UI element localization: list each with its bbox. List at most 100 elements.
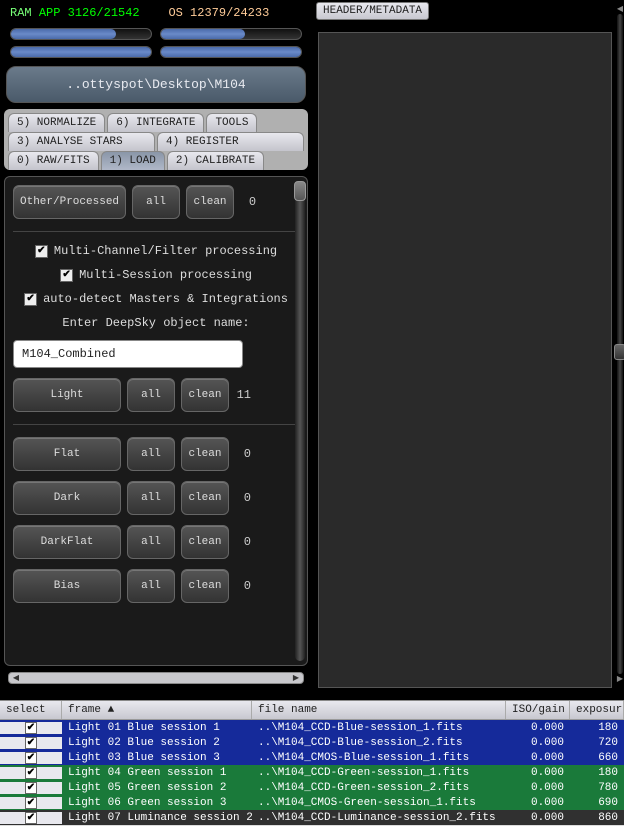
multi-channel-label: Multi-Channel/Filter processing [54,244,277,258]
th-exposure[interactable]: exposur [570,701,624,719]
tab-calibrate[interactable]: 2) CALIBRATE [167,151,264,170]
bias-clean-button[interactable]: clean [181,569,229,603]
auto-detect-checkbox[interactable]: ✔ [24,293,37,306]
tab-register[interactable]: 4) REGISTER [157,132,304,151]
other-clean-button[interactable]: clean [186,185,234,219]
row-checkbox[interactable]: ✔ [25,767,37,779]
flat-clean-button[interactable]: clean [181,437,229,471]
separator [13,231,299,232]
os-mem: OS 12379/24233 [168,6,269,20]
th-select[interactable]: select [0,701,62,719]
table-row[interactable]: ✔Light 07 Luminance session 2..\M104_CCD… [0,810,624,825]
tab-raw-fits[interactable]: 0) RAW/FITS [8,151,99,170]
os-mem-slider[interactable] [160,28,302,40]
multi-channel-checkbox[interactable]: ✔ [35,245,48,258]
row-checkbox[interactable]: ✔ [25,797,37,809]
other-count: 0 [240,195,256,209]
preview-area [318,32,612,688]
row-select[interactable]: ✔ [0,752,62,764]
tab-integrate[interactable]: 6) INTEGRATE [107,113,204,132]
flat-count: 0 [235,447,251,461]
light-clean-button[interactable]: clean [181,378,229,412]
tab-normalize[interactable]: 5) NORMALIZE [8,113,105,132]
hscroll-left[interactable]: ◀ [9,673,23,683]
darkflat-clean-button[interactable]: clean [181,525,229,559]
header-metadata-button[interactable]: HEADER/METADATA [316,2,429,20]
th-file[interactable]: file name [252,701,506,719]
row-checkbox[interactable]: ✔ [25,722,37,734]
chevron-left-icon: ◀ [617,4,623,14]
app-mem-slider[interactable] [10,28,152,40]
zoom-slider-thumb[interactable] [614,344,624,360]
zoom-slider[interactable]: ◀ ▶ [613,4,624,684]
row-select[interactable]: ✔ [0,722,62,734]
tab-analyse-stars[interactable]: 3) ANALYSE STARS [8,132,155,151]
right-panel: HEADER/METADATA ◀ ▶ [312,0,624,692]
row-iso: 0.000 [506,767,570,779]
tabs: 5) NORMALIZE 6) INTEGRATE TOOLS 3) ANALY… [4,109,308,170]
mem-sliders [4,28,308,40]
row-file: ..\M104_CCD-Luminance-session_2.fits [252,812,506,824]
ram-status: RAM APP 3126/21542 OS 12379/24233 [4,4,308,22]
deepsky-input[interactable] [13,340,243,368]
working-path[interactable]: ..ottyspot\Desktop\M104 [6,66,306,103]
hscroll[interactable]: ◀ ▶ [8,672,304,684]
table-row[interactable]: ✔Light 05 Green session 2..\M104_CCD-Gre… [0,780,624,795]
app-mem-slider-2[interactable] [10,46,152,58]
dark-all-button[interactable]: all [127,481,175,515]
table-row[interactable]: ✔Light 02 Blue session 2..\M104_CCD-Blue… [0,735,624,750]
flat-button[interactable]: Flat [13,437,121,471]
darkflat-button[interactable]: DarkFlat [13,525,121,559]
row-exposure: 690 [570,797,624,809]
multi-channel-row[interactable]: ✔ Multi-Channel/Filter processing [13,244,299,258]
row-iso: 0.000 [506,782,570,794]
separator [13,424,299,425]
panel-scrollbar-thumb[interactable] [294,181,306,201]
row-select[interactable]: ✔ [0,782,62,794]
load-panel: Other/Processed all clean 0 ✔ Multi-Chan… [4,176,308,666]
table-row[interactable]: ✔Light 03 Blue session 3..\M104_CMOS-Blu… [0,750,624,765]
bias-button[interactable]: Bias [13,569,121,603]
light-button[interactable]: Light [13,378,121,412]
row-file: ..\M104_CCD-Blue-session_1.fits [252,722,506,734]
th-frame[interactable]: frame ▲ [62,701,252,719]
multi-session-row[interactable]: ✔ Multi-Session processing [13,268,299,282]
row-checkbox[interactable]: ✔ [25,752,37,764]
auto-detect-row[interactable]: ✔ auto-detect Masters & Integrations [13,292,299,306]
light-all-button[interactable]: all [127,378,175,412]
ram-label: RAM [10,6,32,20]
bias-all-button[interactable]: all [127,569,175,603]
multi-session-checkbox[interactable]: ✔ [60,269,73,282]
os-mem-slider-2[interactable] [160,46,302,58]
left-panel: RAM APP 3126/21542 OS 12379/24233 ..otty… [0,0,312,692]
row-frame: Light 02 Blue session 2 [62,737,252,749]
row-select[interactable]: ✔ [0,737,62,749]
tab-load[interactable]: 1) LOAD [101,151,165,170]
panel-scrollbar[interactable] [295,181,305,661]
row-checkbox[interactable]: ✔ [25,812,37,824]
tab-tools[interactable]: TOOLS [206,113,257,132]
hscroll-right[interactable]: ▶ [289,673,303,683]
row-frame: Light 01 Blue session 1 [62,722,252,734]
chevron-right-icon: ▶ [617,674,623,684]
row-checkbox[interactable]: ✔ [25,737,37,749]
table-row[interactable]: ✔Light 04 Green session 1..\M104_CCD-Gre… [0,765,624,780]
bias-count: 0 [235,579,251,593]
row-exposure: 720 [570,737,624,749]
row-select[interactable]: ✔ [0,767,62,779]
row-exposure: 660 [570,752,624,764]
darkflat-all-button[interactable]: all [127,525,175,559]
table-row[interactable]: ✔Light 06 Green session 3..\M104_CMOS-Gr… [0,795,624,810]
dark-clean-button[interactable]: clean [181,481,229,515]
th-iso[interactable]: ISO/gain [506,701,570,719]
other-processed-button[interactable]: Other/Processed [13,185,126,219]
dark-button[interactable]: Dark [13,481,121,515]
deepsky-label: Enter DeepSky object name: [13,316,299,330]
row-select[interactable]: ✔ [0,797,62,809]
row-select[interactable]: ✔ [0,812,62,824]
row-checkbox[interactable]: ✔ [25,782,37,794]
table-row[interactable]: ✔ Light 01 Blue session 1..\M104_CCD-Blue… [0,720,624,735]
row-iso: 0.000 [506,737,570,749]
flat-all-button[interactable]: all [127,437,175,471]
other-all-button[interactable]: all [132,185,180,219]
